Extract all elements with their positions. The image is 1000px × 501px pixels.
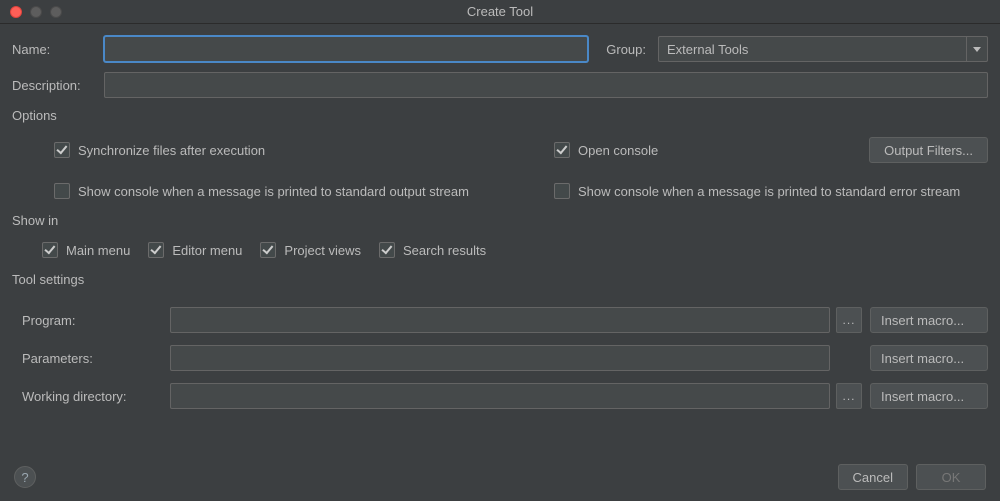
group-dropdown-button[interactable]: [966, 36, 988, 62]
window-title: Create Tool: [0, 4, 1000, 19]
ok-button[interactable]: OK: [916, 464, 986, 490]
group-value[interactable]: External Tools: [658, 36, 966, 62]
search-results-label: Search results: [403, 243, 486, 258]
project-views-label: Project views: [284, 243, 361, 258]
chevron-down-icon: [973, 47, 981, 52]
stderr-checkbox[interactable]: [554, 183, 570, 199]
close-icon[interactable]: [10, 6, 22, 18]
workdir-input[interactable]: [170, 383, 830, 409]
parameters-insert-macro-button[interactable]: Insert macro...: [870, 345, 988, 371]
workdir-label: Working directory:: [22, 389, 170, 404]
program-browse-button[interactable]: ...: [836, 307, 862, 333]
stdout-label: Show console when a message is printed t…: [78, 184, 469, 199]
program-input[interactable]: [170, 307, 830, 333]
search-results-checkbox[interactable]: [379, 242, 395, 258]
maximize-icon: [50, 6, 62, 18]
help-button[interactable]: ?: [14, 466, 36, 488]
editor-menu-checkbox[interactable]: [148, 242, 164, 258]
stderr-label: Show console when a message is printed t…: [578, 184, 960, 199]
parameters-label: Parameters:: [22, 351, 170, 366]
tool-settings-section-title: Tool settings: [12, 272, 988, 287]
output-filters-button[interactable]: Output Filters...: [869, 137, 988, 163]
name-input[interactable]: [104, 36, 588, 62]
dialog-footer: ? Cancel OK: [0, 453, 1000, 501]
cancel-button[interactable]: Cancel: [838, 464, 908, 490]
open-console-label: Open console: [578, 143, 658, 158]
sync-label: Synchronize files after execution: [78, 143, 265, 158]
workdir-insert-macro-button[interactable]: Insert macro...: [870, 383, 988, 409]
workdir-browse-button[interactable]: ...: [836, 383, 862, 409]
parameters-input[interactable]: [170, 345, 830, 371]
name-label: Name:: [12, 42, 104, 57]
options-section-title: Options: [12, 108, 988, 123]
titlebar: Create Tool: [0, 0, 1000, 24]
group-combobox[interactable]: External Tools: [658, 36, 988, 62]
main-menu-checkbox[interactable]: [42, 242, 58, 258]
open-console-checkbox[interactable]: [554, 142, 570, 158]
showin-section-title: Show in: [12, 213, 988, 228]
description-label: Description:: [12, 78, 104, 93]
window-controls: [0, 6, 62, 18]
program-label: Program:: [22, 313, 170, 328]
sync-checkbox[interactable]: [54, 142, 70, 158]
editor-menu-label: Editor menu: [172, 243, 242, 258]
main-menu-label: Main menu: [66, 243, 130, 258]
program-insert-macro-button[interactable]: Insert macro...: [870, 307, 988, 333]
group-label: Group:: [606, 42, 646, 57]
stdout-checkbox[interactable]: [54, 183, 70, 199]
project-views-checkbox[interactable]: [260, 242, 276, 258]
description-input[interactable]: [104, 72, 988, 98]
minimize-icon: [30, 6, 42, 18]
